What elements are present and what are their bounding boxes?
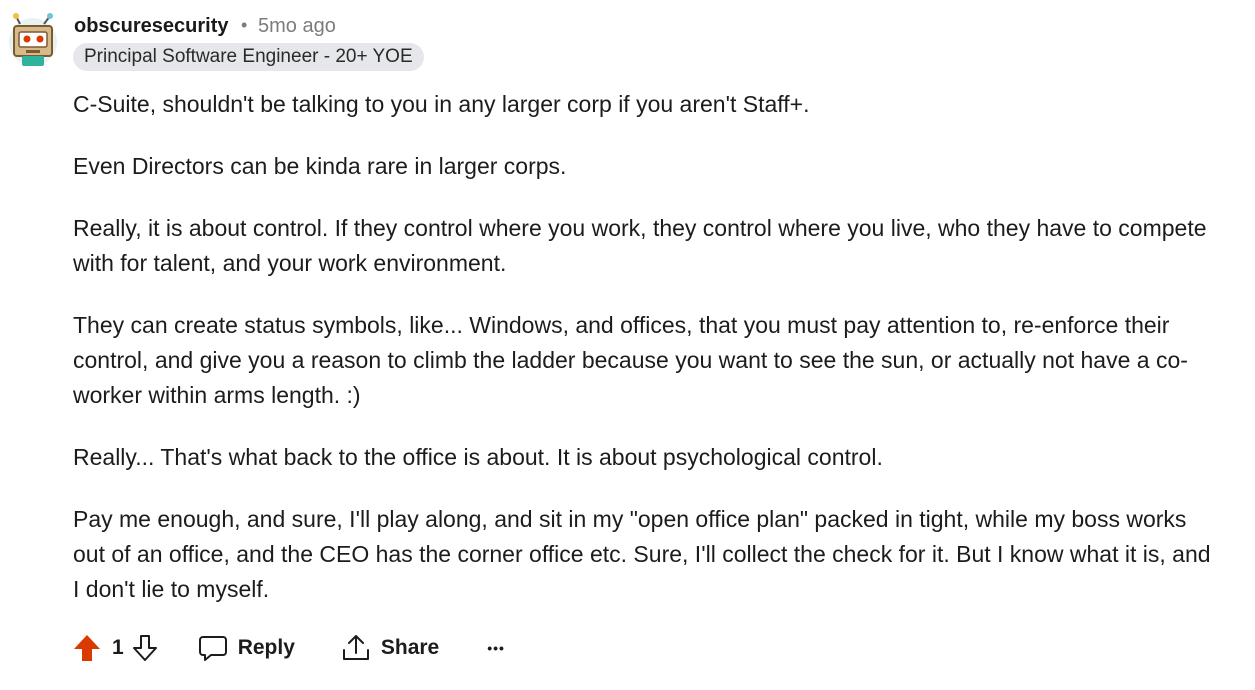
upvote-button[interactable] [72,633,102,663]
comment-timestamp[interactable]: 5mo ago [258,15,336,38]
more-dots-icon: ••• [487,640,505,656]
upvote-arrow-icon [72,633,102,663]
speech-bubble-icon [198,633,228,663]
share-button[interactable]: Share [341,633,439,663]
comment-author[interactable]: obscuresecurity [74,15,229,38]
comment-action-bar: 1 Reply Share ••• [72,628,505,668]
user-flair: Principal Software Engineer - 20+ YOE [73,43,424,71]
comment-paragraph: They can create status symbols, like... … [73,312,1188,408]
comment-paragraph: C-Suite, shouldn't be talking to you in … [73,91,810,117]
comment-paragraph: Even Directors can be kinda rare in larg… [73,153,567,179]
reply-button[interactable]: Reply [198,633,295,663]
comment-paragraph: Really... That's what back to the office… [73,444,883,470]
downvote-arrow-icon [130,633,160,663]
downvote-button[interactable] [130,633,160,663]
comment-paragraph: Really, it is about control. If they con… [73,215,1207,276]
avatar[interactable] [6,12,60,68]
share-upload-icon [341,633,371,663]
vote-count: 1 [112,636,124,659]
reply-label: Reply [237,636,295,659]
meta-separator: • [241,15,248,35]
comment-paragraph: Pay me enough, and sure, I'll play along… [73,506,1211,602]
more-options-button[interactable]: ••• [487,640,505,656]
share-label: Share [380,636,440,659]
comment-body: C-Suite, shouldn't be talking to you in … [73,87,1223,634]
